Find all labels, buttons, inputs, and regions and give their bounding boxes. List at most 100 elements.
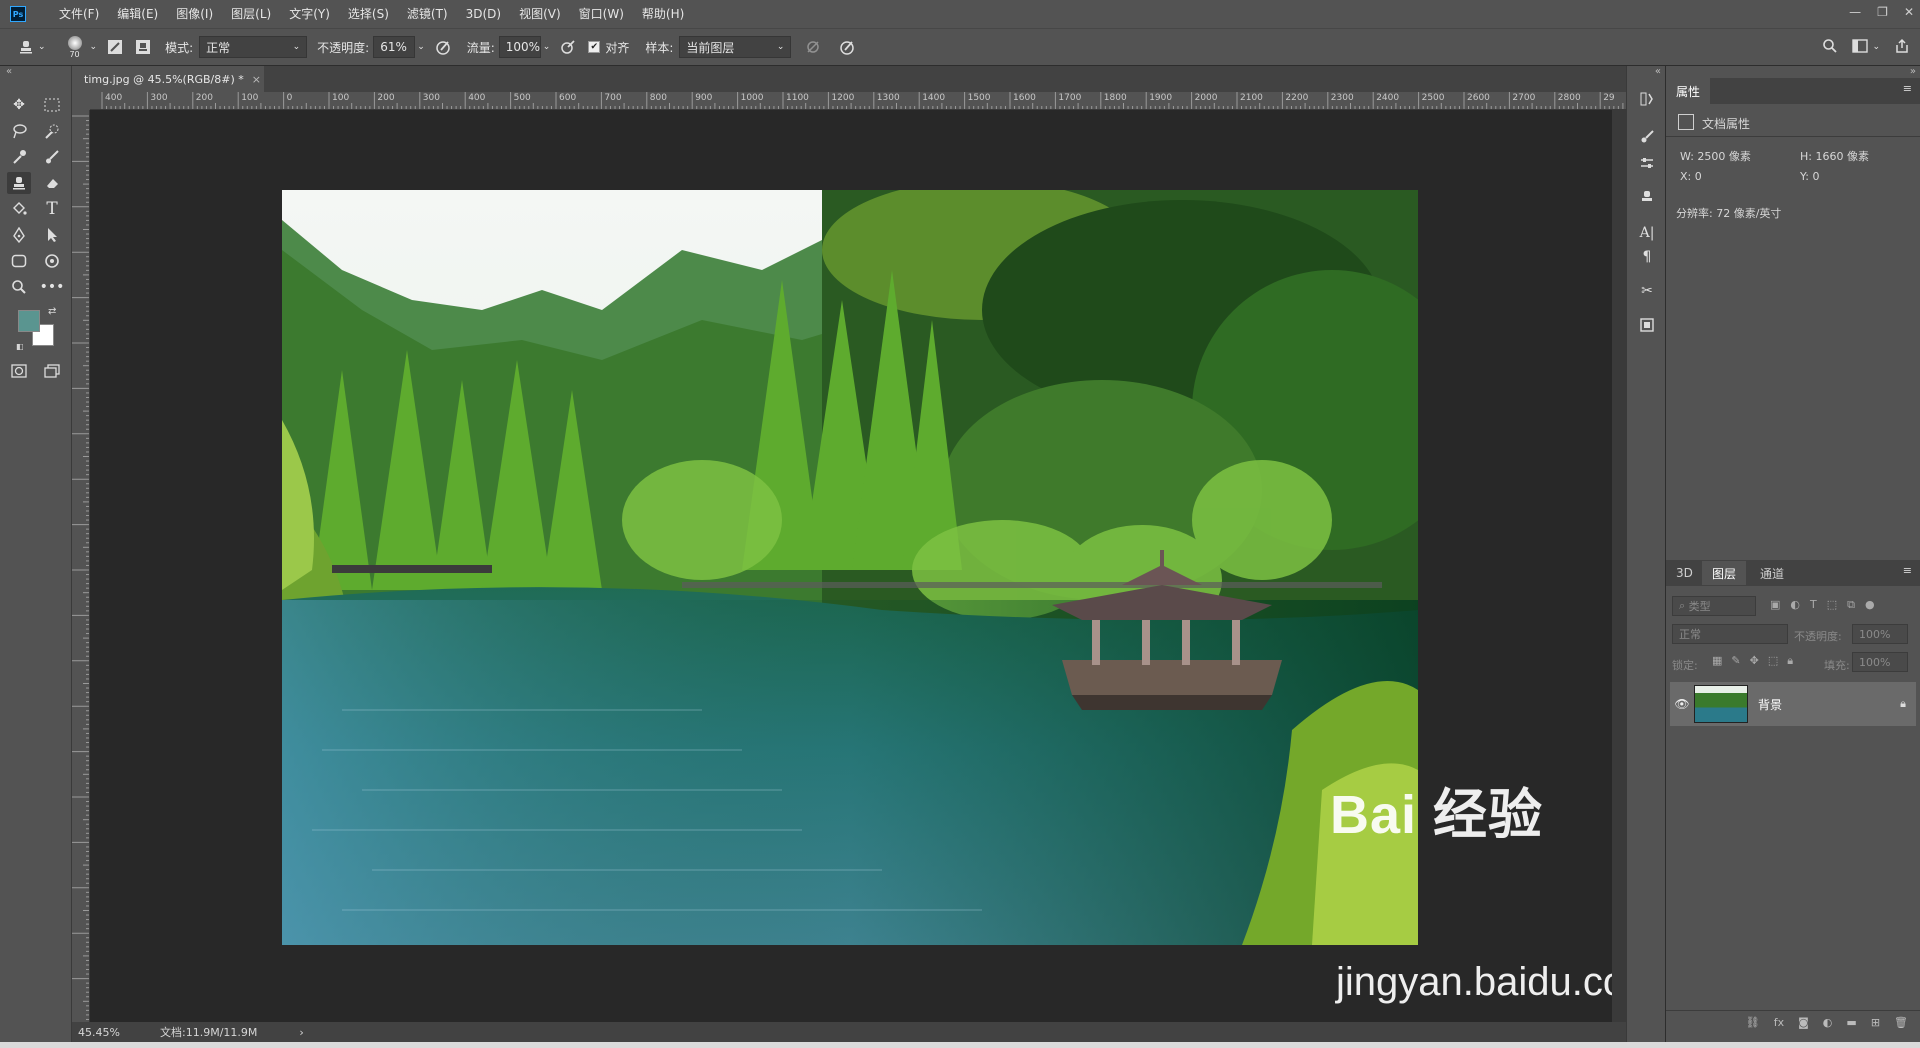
sample-select[interactable]: 当前图层 ⌄ — [679, 36, 792, 58]
menu-filter[interactable]: 滤镜(T) — [398, 0, 457, 28]
collapse-icon[interactable]: « — [1655, 66, 1661, 77]
swap-colors-icon[interactable]: ⇄ — [48, 306, 56, 317]
menu-edit[interactable]: 编辑(E) — [108, 0, 167, 28]
menu-layer[interactable]: 图层(L) — [222, 0, 280, 28]
airbrush-icon[interactable] — [558, 37, 578, 57]
filter-type-icon[interactable]: T — [1810, 598, 1817, 612]
adjustment-layer-icon[interactable]: ◐ — [1823, 1016, 1833, 1029]
tab-3d[interactable]: 3D — [1666, 561, 1703, 585]
filter-shape-icon[interactable]: ⬚ — [1827, 598, 1837, 612]
tab-layers[interactable]: 图层 — [1702, 561, 1747, 585]
menu-select[interactable]: 选择(S) — [339, 0, 398, 28]
close-tab-icon[interactable]: × — [252, 73, 261, 86]
chevron-down-icon[interactable]: ⌄ — [1872, 42, 1880, 52]
chevron-down-icon[interactable]: ⌄ — [417, 42, 425, 52]
rectangle-tool-icon[interactable] — [7, 250, 31, 272]
zoom-level[interactable]: 45.45% — [78, 1026, 138, 1039]
tab-channels[interactable]: 通道 — [1750, 561, 1794, 585]
chevron-down-icon[interactable]: ⌄ — [38, 42, 46, 52]
clone-source-icon[interactable] — [133, 37, 153, 57]
collapse-icon[interactable]: « — [6, 66, 12, 77]
canvas-area[interactable]: Bai 经验 jingyan.baidu.com — [90, 110, 1658, 1022]
horizontal-ruler[interactable]: 400 300 200 100 0 100 200 300 400 500 600 700 800 900… — [90, 92, 1626, 110]
lock-all-icon[interactable]: 🔒︎ — [1787, 654, 1793, 668]
quick-selection-tool-icon[interactable] — [40, 120, 64, 142]
align-checkbox[interactable]: ✔ — [588, 41, 601, 53]
panel-menu-icon[interactable]: ≡ — [1903, 82, 1912, 95]
tab-properties[interactable]: 属性 — [1666, 78, 1711, 104]
close-icon[interactable]: ✕ — [1904, 5, 1914, 19]
document-image[interactable] — [282, 190, 1418, 945]
new-layer-icon[interactable]: ⊞ — [1871, 1016, 1880, 1029]
paint-bucket-tool-icon[interactable] — [7, 198, 31, 220]
menu-window[interactable]: 窗口(W) — [570, 0, 633, 28]
share-icon[interactable] — [1894, 38, 1910, 57]
brush-tool-icon[interactable] — [40, 146, 64, 168]
lock-image-icon[interactable]: ✎ — [1731, 654, 1740, 668]
flow-input[interactable]: 100% — [498, 36, 541, 58]
filter-smart-object-icon[interactable]: ⧉ — [1847, 598, 1855, 612]
lock-position-icon[interactable]: ✥ — [1750, 654, 1759, 668]
layer-row[interactable]: 👁︎ 背景 🔒︎ — [1670, 682, 1916, 726]
eraser-tool-icon[interactable] — [40, 172, 64, 194]
quick-mask-icon[interactable] — [7, 360, 31, 382]
vertical-ruler[interactable] — [72, 110, 90, 1022]
workspace-icon[interactable] — [1852, 38, 1869, 56]
move-tool-icon[interactable]: ✥ — [7, 94, 31, 116]
layer-style-icon[interactable]: fx — [1774, 1016, 1784, 1029]
opacity-input[interactable]: 61% — [373, 36, 416, 58]
new-group-icon[interactable]: ▬ — [1846, 1016, 1856, 1029]
type-tool-icon[interactable]: T — [40, 198, 64, 220]
screen-mode-icon[interactable] — [40, 360, 64, 382]
rotate-view-tool-icon[interactable] — [40, 250, 64, 272]
link-layers-icon[interactable]: ⛓︎ — [1746, 1016, 1760, 1029]
filter-adjustment-icon[interactable]: ◐ — [1790, 598, 1800, 612]
brush-presets-icon[interactable] — [1635, 126, 1659, 148]
add-mask-icon[interactable]: ◙ — [1798, 1016, 1809, 1029]
path-selection-tool-icon[interactable] — [40, 224, 64, 246]
delete-layer-icon[interactable]: 🗑︎ — [1894, 1016, 1908, 1029]
ignore-adjustment-layers-icon[interactable] — [803, 37, 823, 57]
layer-opacity-input[interactable]: 100% — [1852, 624, 1908, 644]
brush-preset-picker[interactable]: 70 — [60, 32, 90, 62]
chevron-down-icon[interactable]: ⌄ — [90, 42, 98, 52]
zoom-tool-icon[interactable] — [7, 276, 31, 298]
pressure-opacity-icon[interactable] — [433, 37, 453, 57]
eyedropper-tool-icon[interactable] — [7, 146, 31, 168]
panel-menu-icon[interactable]: ≡ — [1903, 564, 1912, 577]
collapse-icon[interactable]: » — [1910, 66, 1916, 77]
clone-stamp-tool-icon[interactable] — [7, 172, 31, 194]
menu-file[interactable]: 文件(F) — [50, 0, 108, 28]
clone-source-icon[interactable] — [1635, 186, 1659, 208]
search-icon[interactable] — [1822, 38, 1838, 57]
more-tools-icon[interactable]: ••• — [40, 276, 65, 298]
layer-filter-select[interactable]: ⌕ 类型 — [1672, 596, 1756, 616]
blend-mode-select[interactable]: 正常 — [1672, 624, 1788, 644]
menu-view[interactable]: 视图(V) — [510, 0, 570, 28]
tool-presets-icon[interactable]: ✂ — [1635, 280, 1659, 302]
history-icon[interactable] — [1635, 88, 1659, 110]
filter-pixel-icon[interactable]: ▣ — [1770, 598, 1780, 612]
fill-input[interactable]: 100% — [1852, 652, 1908, 672]
status-menu-arrow[interactable]: › — [299, 1026, 303, 1039]
menu-help[interactable]: 帮助(H) — [633, 0, 693, 28]
eye-visibility-icon[interactable]: 👁︎ — [1670, 697, 1694, 711]
marquee-tool-icon[interactable] — [40, 94, 64, 116]
brush-settings-icon[interactable] — [1635, 152, 1659, 174]
menu-3d[interactable]: 3D(D) — [457, 0, 510, 28]
document-tab[interactable]: timg.jpg @ 45.5%(RGB/8#) * × — [72, 66, 264, 92]
clone-stamp-tool-icon[interactable] — [16, 37, 36, 57]
filter-toggle-icon[interactable]: ● — [1865, 598, 1875, 612]
pressure-size-icon[interactable] — [837, 37, 857, 57]
chevron-down-icon[interactable]: ⌄ — [543, 42, 551, 52]
character-icon[interactable]: A| — [1635, 222, 1659, 244]
vertical-scrollbar[interactable] — [1612, 110, 1626, 1022]
restore-icon[interactable]: ❐ — [1877, 5, 1888, 19]
lasso-tool-icon[interactable] — [7, 120, 31, 142]
brush-settings-icon[interactable] — [105, 37, 125, 57]
paragraph-icon[interactable]: ¶ — [1635, 246, 1659, 268]
foreground-color-swatch[interactable] — [18, 310, 40, 332]
menu-image[interactable]: 图像(I) — [167, 0, 222, 28]
lock-transparent-icon[interactable]: ▦ — [1712, 654, 1722, 668]
notes-icon[interactable] — [1635, 314, 1659, 336]
